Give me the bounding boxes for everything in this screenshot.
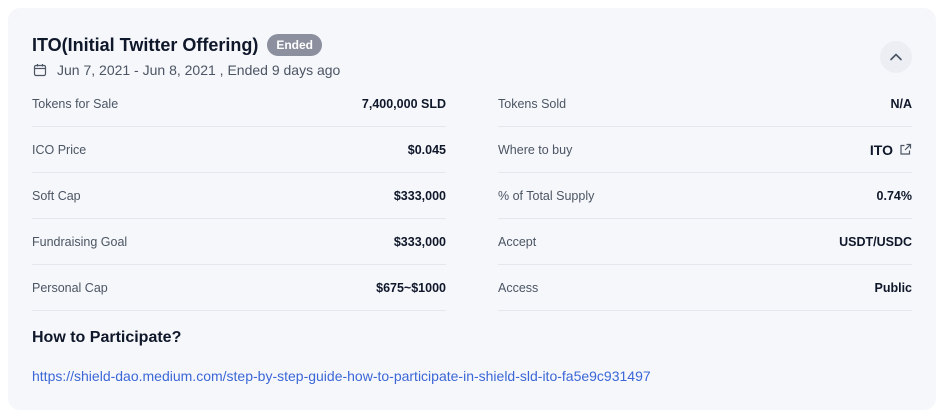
detail-value: $333,000 <box>393 234 446 249</box>
title-row: ITO(Initial Twitter Offering) Ended <box>32 34 322 56</box>
detail-row-access: Access Public <box>498 265 912 311</box>
detail-row-tokens-sold: Tokens Sold N/A <box>498 81 912 127</box>
status-badge: Ended <box>267 34 322 56</box>
detail-label: ICO Price <box>32 142 87 157</box>
details-right-column: Tokens Sold N/A Where to buy ITO % of To… <box>498 81 912 311</box>
detail-row-accept: Accept USDT/USDC <box>498 219 912 265</box>
external-link-icon <box>900 143 912 155</box>
detail-label: Soft Cap <box>32 188 81 203</box>
detail-value: 0.74% <box>876 188 912 203</box>
detail-value: $675~$1000 <box>376 280 446 295</box>
participation-guide-link[interactable]: https://shield-dao.medium.com/step-by-st… <box>32 368 651 384</box>
where-to-buy-link[interactable]: ITO <box>870 142 912 158</box>
detail-label: Tokens Sold <box>498 96 567 111</box>
detail-label: Fundraising Goal <box>32 234 128 249</box>
detail-value: Public <box>874 280 912 295</box>
detail-row-tokens-for-sale: Tokens for Sale 7,400,000 SLD <box>32 81 446 127</box>
where-to-buy-label: ITO <box>869 141 893 158</box>
detail-label: % of Total Supply <box>498 188 595 203</box>
calendar-icon <box>33 64 47 77</box>
detail-row-where-to-buy: Where to buy ITO <box>498 127 912 173</box>
detail-label: Where to buy <box>498 142 573 157</box>
details-left-column: Tokens for Sale 7,400,000 SLD ICO Price … <box>32 81 446 311</box>
detail-value: 7,400,000 SLD <box>361 96 446 111</box>
detail-label: Tokens for Sale <box>32 96 119 111</box>
detail-row-soft-cap: Soft Cap $333,000 <box>32 173 446 219</box>
section-title: ITO(Initial Twitter Offering) <box>32 34 259 55</box>
detail-value: $0.045 <box>407 142 446 157</box>
detail-value: $333,000 <box>393 188 446 203</box>
detail-row-ico-price: ICO Price $0.045 <box>32 127 446 173</box>
detail-label: Access <box>498 280 539 295</box>
date-range: Jun 7, 2021 - Jun 8, 2021 , Ended 9 days… <box>57 62 341 78</box>
detail-label: Personal Cap <box>32 280 108 295</box>
detail-value: N/A <box>890 96 912 111</box>
detail-row-personal-cap: Personal Cap $675~$1000 <box>32 265 446 311</box>
collapse-button[interactable] <box>880 41 912 73</box>
detail-label: Accept <box>498 234 537 249</box>
chevron-up-icon <box>890 53 902 61</box>
detail-value: USDT/USDC <box>839 234 912 249</box>
ito-card: ITO(Initial Twitter Offering) Ended Jun … <box>8 8 936 410</box>
date-row: Jun 7, 2021 - Jun 8, 2021 , Ended 9 days… <box>33 62 340 78</box>
detail-row-total-supply: % of Total Supply 0.74% <box>498 173 912 219</box>
detail-row-fundraising-goal: Fundraising Goal $333,000 <box>32 219 446 265</box>
how-to-participate-heading: How to Participate? <box>32 329 182 346</box>
